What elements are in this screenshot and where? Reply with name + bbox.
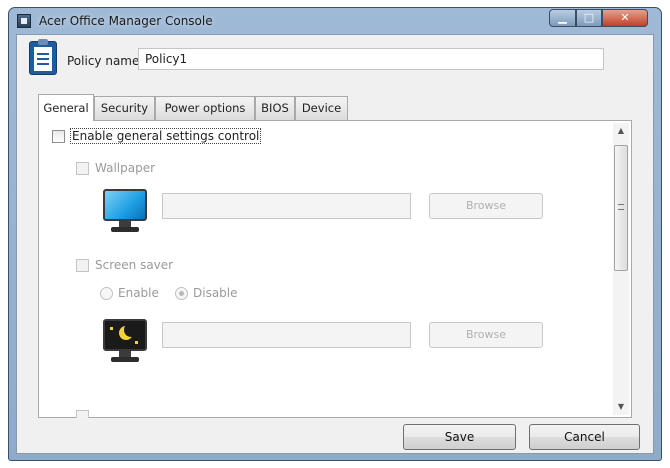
minimize-button[interactable]: ▁ <box>549 9 576 27</box>
screen-saver-disable-label: Disable <box>193 286 238 300</box>
wallpaper-checkbox[interactable] <box>76 162 89 175</box>
dialog-body: Policy name General Security Power optio… <box>16 34 654 454</box>
wallpaper-path-field[interactable] <box>162 193 411 219</box>
policy-document-icon <box>29 39 57 75</box>
wallpaper-label: Wallpaper <box>95 161 156 175</box>
title-bar[interactable]: Acer Office Manager Console ▁ □ ✕ <box>9 8 661 34</box>
screen-saver-enable-radio[interactable] <box>100 287 113 300</box>
screensaver-browse-button[interactable]: Browse <box>429 322 543 348</box>
policy-name-input[interactable] <box>138 48 604 70</box>
scroll-grip-icon <box>618 204 624 210</box>
close-button[interactable]: ✕ <box>602 9 648 27</box>
monitor-wallpaper-icon <box>101 189 149 235</box>
wallpaper-browse-button[interactable]: Browse <box>429 193 543 219</box>
tab-general[interactable]: General <box>38 94 94 121</box>
screen-saver-checkbox[interactable] <box>76 259 89 272</box>
maximize-button[interactable]: □ <box>576 9 602 27</box>
app-window: Acer Office Manager Console ▁ □ ✕ Policy… <box>8 7 662 461</box>
screen-saver-disable-radio[interactable] <box>175 287 188 300</box>
tab-power-options[interactable]: Power options <box>155 96 255 120</box>
window-title: Acer Office Manager Console <box>39 14 213 28</box>
screensaver-path-field[interactable] <box>162 322 411 348</box>
screen-saver-label: Screen saver <box>95 258 174 272</box>
monitor-screensaver-icon <box>101 319 149 365</box>
save-button[interactable]: Save <box>403 424 516 450</box>
enable-general-settings-label: Enable general settings control <box>70 128 262 144</box>
scroll-down-arrow[interactable]: ▼ <box>613 399 629 415</box>
panel-scrollbar[interactable]: ▲ ▼ <box>613 123 629 415</box>
enable-general-settings-checkbox[interactable] <box>52 130 65 143</box>
screen-saver-enable-label: Enable <box>118 286 159 300</box>
cancel-button[interactable]: Cancel <box>529 424 640 450</box>
tab-security[interactable]: Security <box>94 96 155 120</box>
policy-name-label: Policy name <box>67 54 140 68</box>
next-setting-checkbox-partial[interactable] <box>76 410 89 418</box>
scroll-up-arrow[interactable]: ▲ <box>613 123 629 139</box>
tab-device[interactable]: Device <box>295 96 348 120</box>
scroll-thumb[interactable] <box>614 145 628 271</box>
app-icon <box>17 14 31 28</box>
general-tab-panel: Enable general settings control Wallpape… <box>38 120 632 418</box>
tab-bios[interactable]: BIOS <box>255 96 295 120</box>
